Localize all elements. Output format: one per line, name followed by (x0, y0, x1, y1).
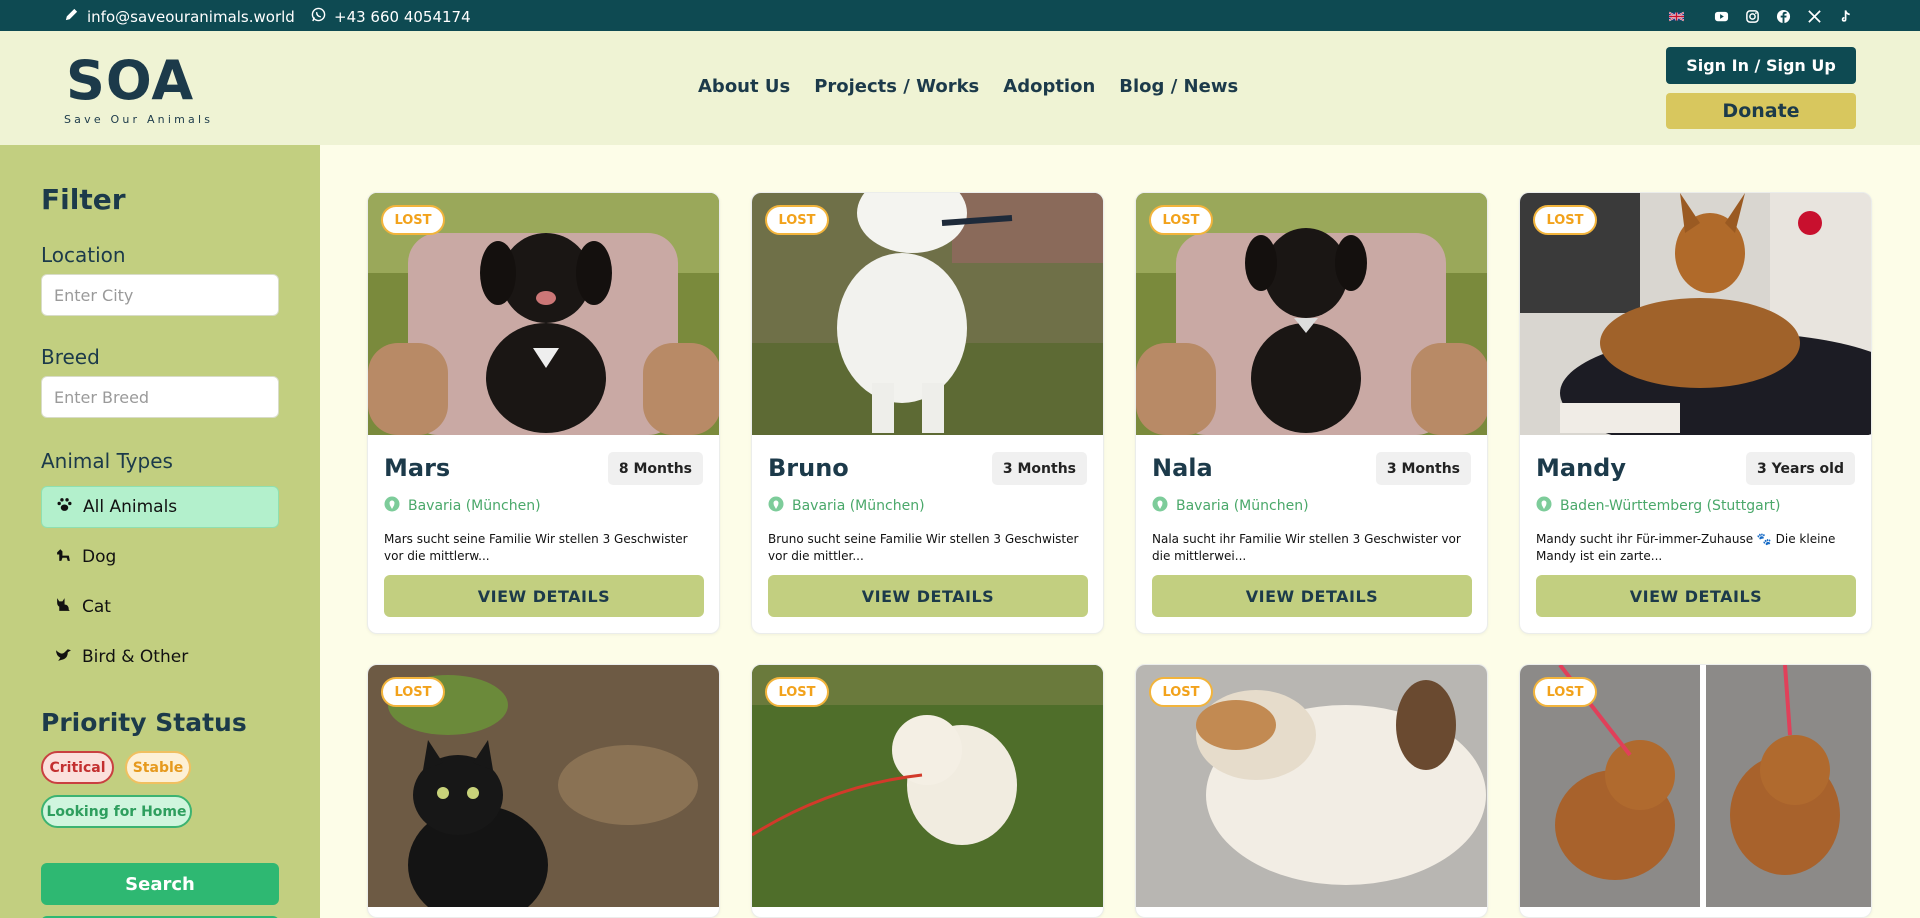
nav-blog-news[interactable]: Blog / News (1119, 76, 1238, 97)
youtube-icon[interactable] (1713, 8, 1730, 25)
animal-description: Bruno sucht seine Familie Wir stellen 3 … (768, 532, 1079, 563)
view-details-button[interactable]: VIEW DETAILS (384, 575, 704, 617)
donate-button[interactable]: Donate (1666, 93, 1856, 129)
animal-description: Mars sucht seine Familie Wir stellen 3 G… (384, 532, 688, 563)
animal-card: LOST (1519, 664, 1872, 918)
priority-critical[interactable]: Critical (41, 751, 114, 784)
animal-age: 3 Years old (1746, 452, 1855, 485)
animal-location: Bavaria (München) (1152, 496, 1309, 516)
tiktok-icon[interactable] (1837, 8, 1854, 25)
status-badge: LOST (1149, 677, 1213, 707)
animal-description: Nala sucht ihr Familie Wir stellen 3 Ges… (1152, 532, 1461, 563)
whatsapp-icon (311, 7, 326, 26)
location-pin-icon (384, 496, 400, 516)
animal-name: Mars (384, 454, 451, 482)
logo[interactable]: SOA Save Our Animals (62, 51, 242, 127)
animal-age: 3 Months (991, 452, 1087, 485)
view-details-button[interactable]: VIEW DETAILS (768, 575, 1088, 617)
type-dog[interactable]: Dog (41, 536, 279, 578)
filter-sidebar: Filter Location Breed Animal Types All A… (0, 145, 320, 918)
instagram-icon[interactable] (1744, 8, 1761, 25)
logo-tagline: Save Our Animals (64, 113, 214, 126)
sign-in-button[interactable]: Sign In / Sign Up (1666, 47, 1856, 84)
breed-label: Breed (41, 345, 100, 369)
animal-location: Bavaria (München) (384, 496, 541, 516)
location-pin-icon (768, 496, 784, 516)
animal-card: LOST (367, 664, 720, 918)
pencil-icon (64, 7, 79, 26)
paw-icon (56, 496, 73, 518)
animal-description: Mandy sucht ihr Für-immer-Zuhause 🐾 Die … (1536, 532, 1836, 563)
animal-types-title: Animal Types (41, 449, 173, 473)
priority-looking-for-home[interactable]: Looking for Home (41, 795, 192, 828)
status-badge: LOST (765, 205, 829, 235)
animal-age: 3 Months (1375, 452, 1471, 485)
status-badge: LOST (1533, 205, 1597, 235)
nav-adoption[interactable]: Adoption (1003, 76, 1095, 97)
type-label: Dog (82, 547, 117, 567)
location-text: Bavaria (München) (408, 498, 541, 514)
logo-text: SOA (66, 49, 195, 112)
type-label: Bird & Other (82, 647, 189, 667)
animal-location: Baden-Württemberg (Stuttgart) (1536, 496, 1780, 516)
location-label: Location (41, 243, 126, 267)
dog-icon (55, 546, 72, 568)
animal-name: Bruno (768, 454, 849, 482)
priority-status-title: Priority Status (41, 708, 247, 737)
view-details-button[interactable]: VIEW DETAILS (1536, 575, 1856, 617)
animal-card: LOST Mandy 3 Years old Baden-Württemberg… (1519, 192, 1872, 634)
main-nav: About Us Projects / Works Adoption Blog … (698, 76, 1238, 97)
status-badge: LOST (381, 205, 445, 235)
social-links (1659, 7, 1854, 25)
type-bird-other[interactable]: Bird & Other (41, 636, 279, 678)
animal-card: LOST (751, 664, 1104, 918)
uk-flag-icon[interactable] (1659, 7, 1693, 25)
status-badge: LOST (381, 677, 445, 707)
filter-title: Filter (41, 183, 126, 216)
bird-icon (55, 646, 72, 668)
animal-card: LOST Nala 3 Months Bavaria (München) Nal… (1135, 192, 1488, 634)
location-text: Bavaria (München) (792, 498, 925, 514)
x-icon[interactable] (1806, 8, 1823, 25)
phone-text: +43 660 4054174 (334, 7, 471, 26)
nav-about-us[interactable]: About Us (698, 76, 790, 97)
breed-input[interactable] (41, 376, 279, 418)
location-text: Bavaria (München) (1176, 498, 1309, 514)
animal-card: LOST Bruno 3 Months Bavaria (München) Br… (751, 192, 1104, 634)
animal-card: LOST (1135, 664, 1488, 918)
type-label: Cat (82, 597, 111, 617)
type-label: All Animals (83, 497, 178, 517)
view-details-button[interactable]: VIEW DETAILS (1152, 575, 1472, 617)
animal-card: LOST Mars 8 Months Bavaria (München) Mar… (367, 192, 720, 634)
animal-name: Nala (1152, 454, 1213, 482)
location-input[interactable] (41, 274, 279, 316)
status-badge: LOST (1149, 205, 1213, 235)
email-text: info@saveouranimals.world (87, 7, 295, 26)
animal-age: 8 Months (607, 452, 703, 485)
status-badge: LOST (765, 677, 829, 707)
top-bar: info@saveouranimals.world +43 660 405417… (0, 0, 1920, 31)
phone-contact[interactable]: +43 660 4054174 (311, 7, 471, 26)
cat-icon (55, 596, 72, 618)
site-header: SOA Save Our Animals About Us Projects /… (0, 31, 1920, 145)
facebook-icon[interactable] (1775, 8, 1792, 25)
status-badge: LOST (1533, 677, 1597, 707)
location-pin-icon (1152, 496, 1168, 516)
nav-projects-works[interactable]: Projects / Works (814, 76, 979, 97)
type-all-animals[interactable]: All Animals (41, 486, 279, 528)
location-pin-icon (1536, 496, 1552, 516)
type-cat[interactable]: Cat (41, 586, 279, 628)
priority-stable[interactable]: Stable (125, 751, 191, 784)
animal-name: Mandy (1536, 454, 1626, 482)
animal-location: Bavaria (München) (768, 496, 925, 516)
email-contact[interactable]: info@saveouranimals.world (64, 7, 295, 26)
location-text: Baden-Württemberg (Stuttgart) (1560, 498, 1781, 514)
search-button[interactable]: Search (41, 863, 279, 905)
